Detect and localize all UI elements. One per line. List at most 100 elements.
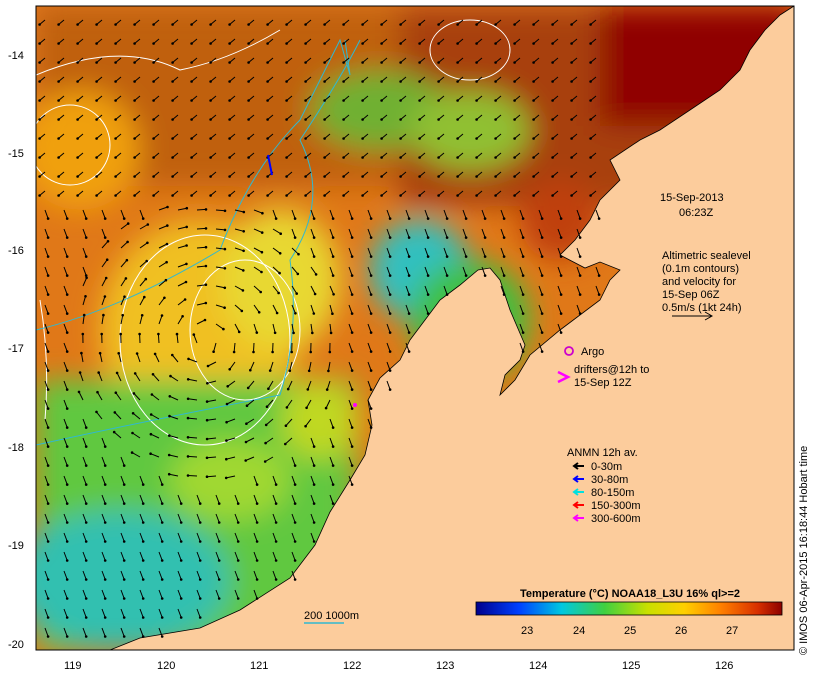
velocity-arrow-head	[306, 388, 310, 391]
velocity-arrow-head	[475, 23, 478, 26]
velocity-arrow-head	[185, 244, 188, 247]
velocity-arrow-head	[350, 426, 354, 429]
velocity-arrow-head	[114, 118, 117, 121]
velocity-arrow-head	[169, 374, 172, 378]
velocity-arrow-head	[168, 414, 171, 418]
velocity-arrow-head	[325, 388, 329, 391]
altimetry-line: and velocity for	[662, 276, 736, 288]
velocity-arrow-head	[551, 99, 554, 102]
velocity-arrow-head	[84, 540, 88, 543]
velocity-arrow-head	[57, 42, 60, 45]
velocity-arrow-head	[445, 293, 449, 296]
velocity-arrow-head	[141, 217, 145, 220]
velocity-arrow-head	[380, 99, 383, 102]
velocity-arrow-head	[361, 194, 364, 197]
velocity-arrow-head	[217, 559, 221, 562]
velocity-arrow-head	[570, 99, 573, 102]
velocity-arrow-head	[350, 464, 354, 467]
velocity-arrow-head	[38, 80, 41, 83]
velocity-arrow-head	[103, 540, 107, 543]
velocity-arrow-head	[179, 616, 183, 619]
velocity-arrow-head	[285, 118, 288, 121]
velocity-arrow-head	[483, 274, 487, 277]
velocity-arrow-head	[274, 217, 278, 220]
velocity-arrow-head	[286, 387, 290, 391]
velocity-arrow-head	[350, 312, 354, 315]
velocity-arrow-head	[589, 194, 592, 197]
velocity-arrow-head	[228, 61, 231, 64]
velocity-arrow-head	[217, 597, 221, 600]
velocity-arrow-head	[456, 118, 459, 121]
velocity-arrow-head	[244, 459, 247, 462]
velocity-arrow-head	[350, 217, 354, 220]
velocity-arrow-head	[323, 42, 326, 45]
colorbar-tick: 26	[675, 625, 687, 637]
velocity-arrow-head	[152, 23, 155, 26]
velocity-arrow-head	[274, 559, 278, 562]
velocity-arrow-head	[265, 405, 269, 409]
velocity-arrow-head	[114, 99, 117, 102]
velocity-arrow-head	[521, 293, 525, 296]
velocity-arrow-head	[578, 217, 582, 220]
velocity-arrow-head	[114, 23, 117, 26]
velocity-arrow-head	[184, 280, 188, 284]
velocity-arrow-head	[126, 222, 130, 225]
velocity-arrow-head	[380, 194, 383, 197]
velocity-arrow-head	[38, 137, 41, 140]
velocity-arrow-head	[247, 118, 250, 121]
velocity-arrow-head	[293, 578, 297, 581]
velocity-arrow-head	[551, 118, 554, 121]
velocity-arrow-head	[57, 23, 60, 26]
velocity-arrow-head	[540, 331, 544, 334]
velocity-arrow-head	[122, 464, 126, 467]
velocity-arrow-head	[65, 483, 69, 486]
velocity-arrow-head	[205, 456, 209, 460]
velocity-arrow-head	[122, 540, 126, 543]
velocity-arrow-head	[278, 252, 282, 255]
velocity-arrow-head	[597, 274, 601, 277]
velocity-arrow-head	[76, 80, 79, 83]
velocity-arrow-head	[141, 616, 145, 619]
velocity-arrow-head	[513, 99, 516, 102]
velocity-arrow-head	[224, 476, 228, 480]
velocity-arrow-head	[247, 80, 250, 83]
velocity-arrow-head	[171, 353, 174, 357]
velocity-arrow-head	[247, 137, 250, 140]
velocity-arrow-head	[236, 502, 240, 505]
velocity-arrow-head	[309, 350, 313, 354]
velocity-arrow-head	[186, 474, 190, 477]
velocity-arrow-head	[311, 331, 314, 335]
velocity-arrow-head	[76, 99, 79, 102]
velocity-arrow-head	[293, 502, 297, 505]
velocity-arrow-head	[113, 411, 117, 414]
velocity-arrow-head	[179, 521, 183, 524]
velocity-arrow-head	[166, 205, 169, 209]
velocity-arrow-head	[361, 42, 364, 45]
velocity-arrow-head	[304, 80, 307, 83]
velocity-arrow-head	[361, 61, 364, 64]
velocity-arrow-head	[589, 99, 592, 102]
velocity-arrow-head	[475, 156, 478, 159]
velocity-arrow-head	[103, 597, 107, 600]
velocity-arrow-head	[426, 293, 430, 296]
velocity-arrow-head	[171, 80, 174, 83]
velocity-arrow-head	[445, 217, 449, 220]
velocity-arrow-head	[46, 616, 50, 619]
velocity-arrow-head	[95, 175, 98, 178]
velocity-arrow-head	[84, 445, 88, 448]
velocity-arrow-head	[589, 118, 592, 121]
velocity-arrow-head	[483, 236, 487, 239]
argo-label: Argo	[581, 346, 604, 358]
anmn-legend-label: 0-30m	[591, 461, 622, 473]
velocity-arrow-head	[133, 156, 136, 159]
velocity-arrow-head	[46, 445, 50, 448]
velocity-arrow-head	[190, 175, 193, 178]
velocity-arrow-head	[266, 23, 269, 26]
velocity-arrow-head	[84, 578, 88, 581]
velocity-arrow-head	[144, 277, 148, 281]
velocity-arrow-head	[114, 42, 117, 45]
velocity-arrow-head	[247, 61, 250, 64]
velocity-arrow-head	[327, 369, 330, 373]
velocity-arrow-head	[369, 312, 373, 315]
velocity-arrow-head	[312, 236, 316, 239]
